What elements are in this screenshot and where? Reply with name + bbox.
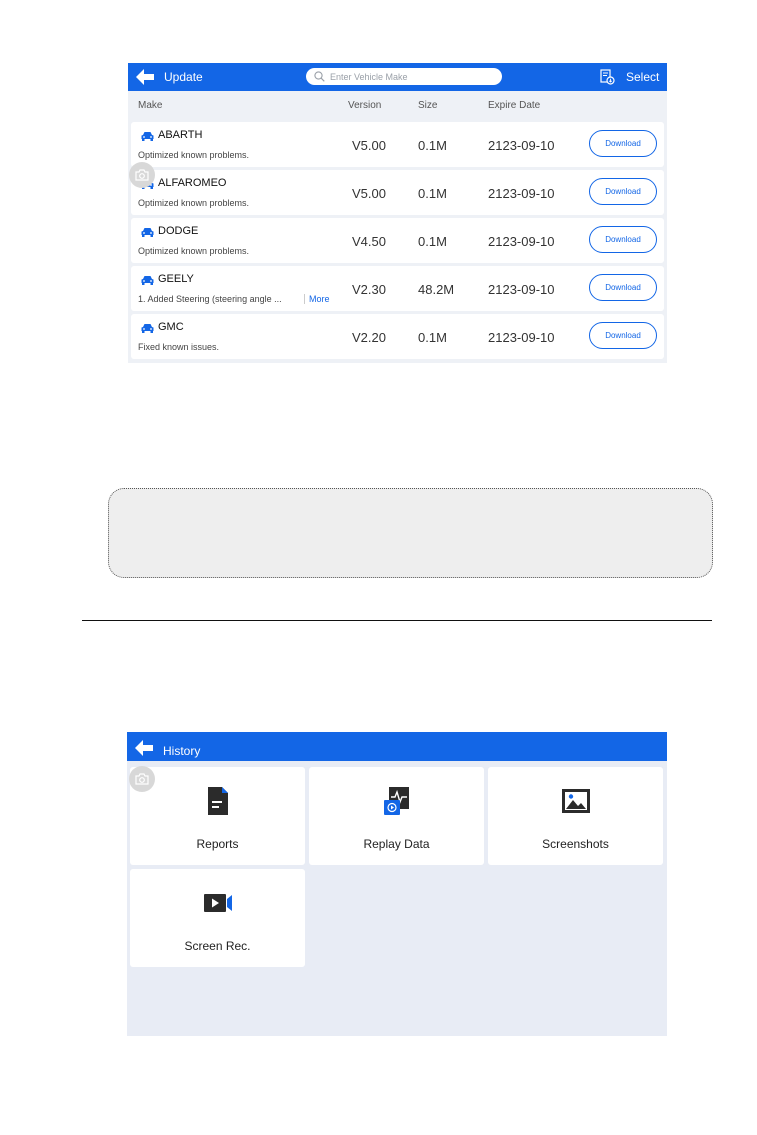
tile-label: Reports <box>196 837 239 851</box>
page-title: History <box>163 744 201 758</box>
table-row[interactable]: DODGE Optimized known problems. V4.50 0.… <box>131 218 664 263</box>
update-description: 1. Added Steering (steering angle ... <box>138 294 282 304</box>
note-box <box>108 488 713 578</box>
car-icon <box>141 324 154 333</box>
download-button[interactable]: Download <box>589 322 657 349</box>
history-tile-screenshots[interactable]: Screenshots <box>488 767 663 865</box>
table-row[interactable]: GMC Fixed known issues. V2.20 0.1M 2123-… <box>131 314 664 359</box>
replay-data-icon <box>384 787 409 815</box>
back-arrow-icon[interactable] <box>136 69 154 85</box>
vehicle-make: ALFAROMEO <box>158 177 227 189</box>
expire-date: 2123-09-10 <box>488 234 555 249</box>
tile-label: Screen Rec. <box>184 939 251 953</box>
vehicle-make: GMC <box>158 321 184 333</box>
download-button[interactable]: Download <box>589 274 657 301</box>
expire-date: 2123-09-10 <box>488 186 555 201</box>
column-header-make: Make <box>138 100 163 111</box>
size: 0.1M <box>418 186 447 201</box>
history-tile-screen-rec[interactable]: Screen Rec. <box>130 869 305 967</box>
expire-date: 2123-09-10 <box>488 330 555 345</box>
report-document-icon <box>208 787 228 815</box>
download-button[interactable]: Download <box>589 226 657 253</box>
version: V2.30 <box>352 282 386 297</box>
search-box[interactable] <box>306 68 502 85</box>
history-tile-replay-data[interactable]: Replay Data <box>309 767 484 865</box>
back-arrow-icon[interactable] <box>135 740 153 756</box>
video-camera-icon <box>204 894 232 912</box>
column-header-expire-date: Expire Date <box>488 100 541 111</box>
update-description: Fixed known issues. <box>138 342 220 352</box>
table-row[interactable]: ABARTH Optimized known problems. V5.00 0… <box>131 122 664 167</box>
update-description: Optimized known problems. <box>138 198 250 208</box>
camera-icon <box>135 773 149 785</box>
update-description: Optimized known problems. <box>138 246 250 256</box>
update-app-bar: Update Select <box>128 63 667 91</box>
version: V5.00 <box>352 138 386 153</box>
section-divider <box>82 620 712 621</box>
tile-label: Replay Data <box>363 837 430 851</box>
column-header-version: Version <box>348 100 382 111</box>
column-header-size: Size <box>418 100 438 111</box>
column-headers: Make Version Size Expire Date <box>128 91 667 119</box>
camera-icon <box>135 169 149 181</box>
history-screen: History Reports Replay Data Screenshots <box>127 732 667 1036</box>
page-title: Update <box>164 70 203 84</box>
history-tile-reports[interactable]: Reports <box>130 767 305 865</box>
search-icon <box>314 71 325 82</box>
download-button[interactable]: Download <box>589 178 657 205</box>
size: 48.2M <box>418 282 455 297</box>
expire-date: 2123-09-10 <box>488 138 555 153</box>
download-button[interactable]: Download <box>589 130 657 157</box>
update-description: Optimized known problems. <box>138 150 250 160</box>
version: V2.20 <box>352 330 386 345</box>
table-row[interactable]: GEELY 1. Added Steering (steering angle … <box>131 266 664 311</box>
screenshot-camera-button[interactable] <box>129 162 155 188</box>
expire-date: 2123-09-10 <box>488 282 555 297</box>
car-icon <box>141 228 154 237</box>
car-icon <box>141 276 154 285</box>
size: 0.1M <box>418 234 447 249</box>
history-app-bar: History <box>127 732 667 761</box>
table-row[interactable]: ALFAROMEO Optimized known problems. V5.0… <box>131 170 664 215</box>
select-button[interactable]: Select <box>626 70 659 84</box>
vehicle-make: GEELY <box>158 273 194 285</box>
select-document-icon[interactable] <box>600 69 615 85</box>
update-screen: Update Select Make Version Size Expire D… <box>128 63 667 363</box>
size: 0.1M <box>418 330 447 345</box>
car-icon <box>141 132 154 141</box>
screenshot-camera-button[interactable] <box>129 766 155 792</box>
vehicle-make: ABARTH <box>158 129 203 141</box>
image-icon <box>562 789 590 813</box>
vehicle-make: DODGE <box>158 225 199 237</box>
vehicle-make-search-input[interactable] <box>330 69 495 84</box>
version: V4.50 <box>352 234 386 249</box>
version: V5.00 <box>352 186 386 201</box>
more-link[interactable]: More <box>304 294 330 304</box>
size: 0.1M <box>418 138 447 153</box>
tile-label: Screenshots <box>542 837 609 851</box>
